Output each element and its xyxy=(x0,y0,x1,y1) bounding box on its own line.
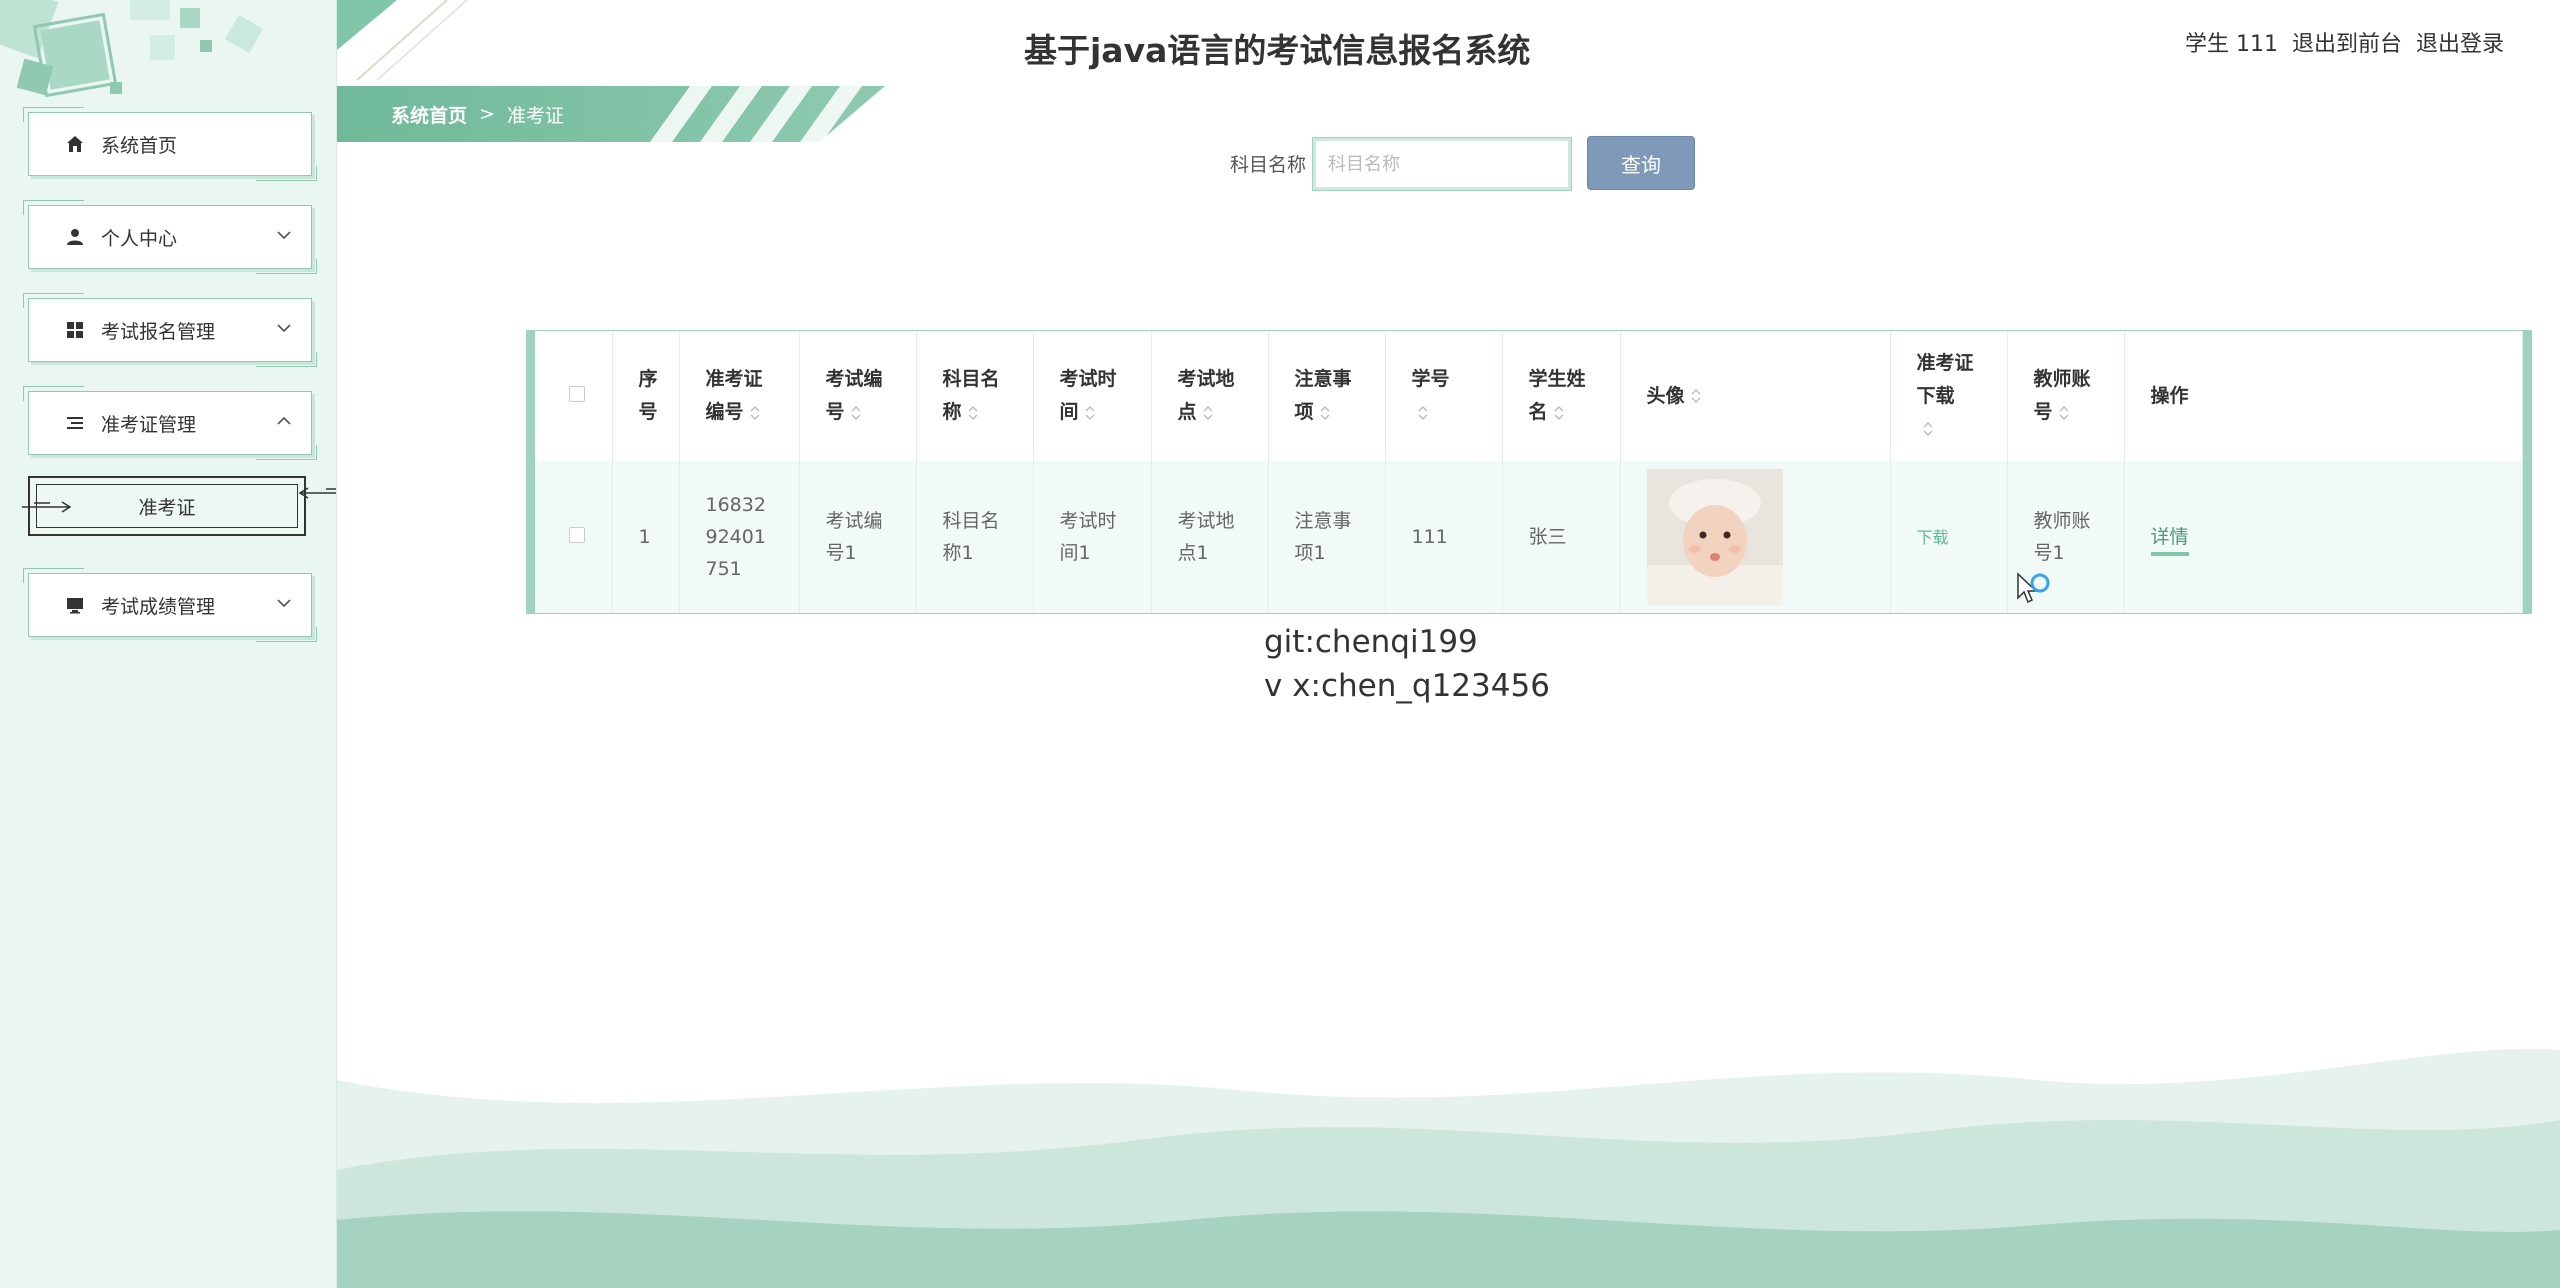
sidebar-item-admission-ticket[interactable]: 准考证管理 xyxy=(23,386,317,460)
cell-subject: 科目名称1 xyxy=(916,461,1034,613)
col-avatar[interactable]: 头像 xyxy=(1620,331,1891,461)
cell-ops: 详情 xyxy=(2124,461,2523,613)
sort-icon[interactable] xyxy=(851,405,861,421)
chevron-down-icon xyxy=(277,231,291,240)
sidebar-item-label: 个人中心 xyxy=(101,227,178,250)
grid-icon xyxy=(65,320,85,340)
breadcrumb-home[interactable]: 系统首页 xyxy=(391,101,467,128)
col-time[interactable]: 考试时间 xyxy=(1033,331,1152,461)
sidebar-item-label: 考试报名管理 xyxy=(101,320,216,343)
cell-download: 下载 xyxy=(1890,461,2008,613)
select-all-checkbox[interactable] xyxy=(569,385,585,402)
sort-icon[interactable] xyxy=(750,405,760,421)
sort-icon[interactable] xyxy=(1418,405,1428,421)
watermark-git: git:chenqi199 xyxy=(1264,624,1478,660)
cell-time: 考试时间1 xyxy=(1033,461,1152,613)
back-to-front-link[interactable]: 退出到前台 xyxy=(2292,26,2402,58)
monitor-icon xyxy=(65,595,85,615)
breadcrumb-current: 准考证 xyxy=(506,104,564,127)
sidebar-item-personal-center[interactable]: 个人中心 xyxy=(23,200,317,274)
sort-icon[interactable] xyxy=(968,405,978,421)
breadcrumb-separator: > xyxy=(479,103,495,125)
sort-icon[interactable] xyxy=(1923,421,1933,437)
col-ops: 操作 xyxy=(2124,331,2523,461)
select-all-cell xyxy=(535,331,613,461)
col-subject[interactable]: 科目名称 xyxy=(916,331,1034,461)
sidebar-subitem-label: 准考证 xyxy=(138,496,196,519)
col-notes[interactable]: 注意事项 xyxy=(1268,331,1386,461)
logout-link[interactable]: 退出登录 xyxy=(2416,26,2504,58)
sidebar-subitem-admission-ticket[interactable]: 准考证 xyxy=(22,476,336,536)
page-title: 基于java语言的考试信息报名系统 xyxy=(1024,31,1531,70)
student-avatar xyxy=(1646,469,1783,605)
cell-ticket-no: 1683292401751 xyxy=(679,461,800,613)
breadcrumb-stripes xyxy=(650,86,862,142)
table-header-row: 序号 准考证编号 考试编号 科目名称 考试时间 考试地点 注意事项 学号 学生姓… xyxy=(535,331,2523,461)
user-icon xyxy=(65,227,85,247)
admission-ticket-table: 序号 准考证编号 考试编号 科目名称 考试时间 考试地点 注意事项 学号 学生姓… xyxy=(526,330,2532,614)
table-row: 1 1683292401751 考试编号1 科目名称1 考试时间1 考试地点1 … xyxy=(535,461,2523,613)
sort-icon[interactable] xyxy=(1085,405,1095,421)
sort-icon[interactable] xyxy=(2059,405,2069,421)
subject-search-input[interactable] xyxy=(1312,137,1572,191)
cell-exam-no: 考试编号1 xyxy=(799,461,917,613)
sidebar-item-exam-results[interactable]: 考试成绩管理 xyxy=(23,568,317,642)
detail-button[interactable]: 详情 xyxy=(2150,526,2189,556)
sidebar-item-label: 系统首页 xyxy=(101,134,178,157)
col-download[interactable]: 准考证下载 xyxy=(1890,331,2008,461)
col-exam-no[interactable]: 考试编号 xyxy=(799,331,917,461)
sort-icon[interactable] xyxy=(1554,405,1564,421)
search-label: 科目名称 xyxy=(1230,154,1307,176)
cell-index: 1 xyxy=(612,461,680,613)
watermark-wx: v x:chen_q123456 xyxy=(1264,668,1550,704)
ticket-no-text: 1683292401751 xyxy=(705,494,766,580)
search-button[interactable]: 查询 xyxy=(1587,136,1695,190)
header-decoration xyxy=(337,0,468,81)
cell-notes: 注意事项1 xyxy=(1268,461,1386,613)
sidebar-item-home[interactable]: 系统首页 xyxy=(23,107,317,181)
col-label: 头像 xyxy=(1646,384,1685,407)
sidebar: 系统首页 个人中心 考试报名管理 准考证管理 准考证 考试成绩管理 xyxy=(0,0,337,1288)
sort-icon[interactable] xyxy=(1320,405,1330,421)
arrow-left-icon xyxy=(298,487,336,499)
col-label: 准考证下载 xyxy=(1916,351,1974,407)
row-checkbox[interactable] xyxy=(569,527,585,543)
chevron-up-icon xyxy=(277,416,291,425)
cell-avatar xyxy=(1620,461,1891,613)
sidebar-item-label: 考试成绩管理 xyxy=(101,595,216,618)
col-label: 序号 xyxy=(638,368,658,423)
mouse-cursor-icon xyxy=(2017,572,2050,604)
arrow-right-icon xyxy=(22,501,72,513)
chevron-down-icon xyxy=(277,599,291,608)
cell-place: 考试地点1 xyxy=(1151,461,1269,613)
col-index: 序号 xyxy=(612,331,680,461)
chevron-down-icon xyxy=(277,324,291,333)
col-label: 学号 xyxy=(1411,368,1450,390)
background-waves xyxy=(337,1048,2560,1288)
current-user: 学生 111 xyxy=(2184,32,2278,57)
col-teacher[interactable]: 教师账号 xyxy=(2007,331,2125,461)
sidebar-item-label: 准考证管理 xyxy=(101,413,197,436)
col-student-no[interactable]: 学号 xyxy=(1385,331,1503,461)
list-icon xyxy=(65,413,85,433)
col-student-name[interactable]: 学生姓名 xyxy=(1502,331,1621,461)
home-icon xyxy=(65,134,85,154)
header-user-area: 学生 111 退出到前台 退出登录 xyxy=(2185,26,2504,58)
cell-student-no: 111 xyxy=(1385,461,1503,613)
sort-icon[interactable] xyxy=(1203,405,1213,421)
download-link[interactable]: 下载 xyxy=(1917,528,1949,547)
row-select-cell xyxy=(535,461,613,613)
col-place[interactable]: 考试地点 xyxy=(1151,331,1269,461)
col-ticket-no[interactable]: 准考证编号 xyxy=(679,331,800,461)
cell-student-name: 张三 xyxy=(1502,461,1621,613)
sort-icon[interactable] xyxy=(1691,388,1701,404)
sidebar-item-exam-registration[interactable]: 考试报名管理 xyxy=(23,293,317,367)
col-label: 操作 xyxy=(2150,384,2189,407)
